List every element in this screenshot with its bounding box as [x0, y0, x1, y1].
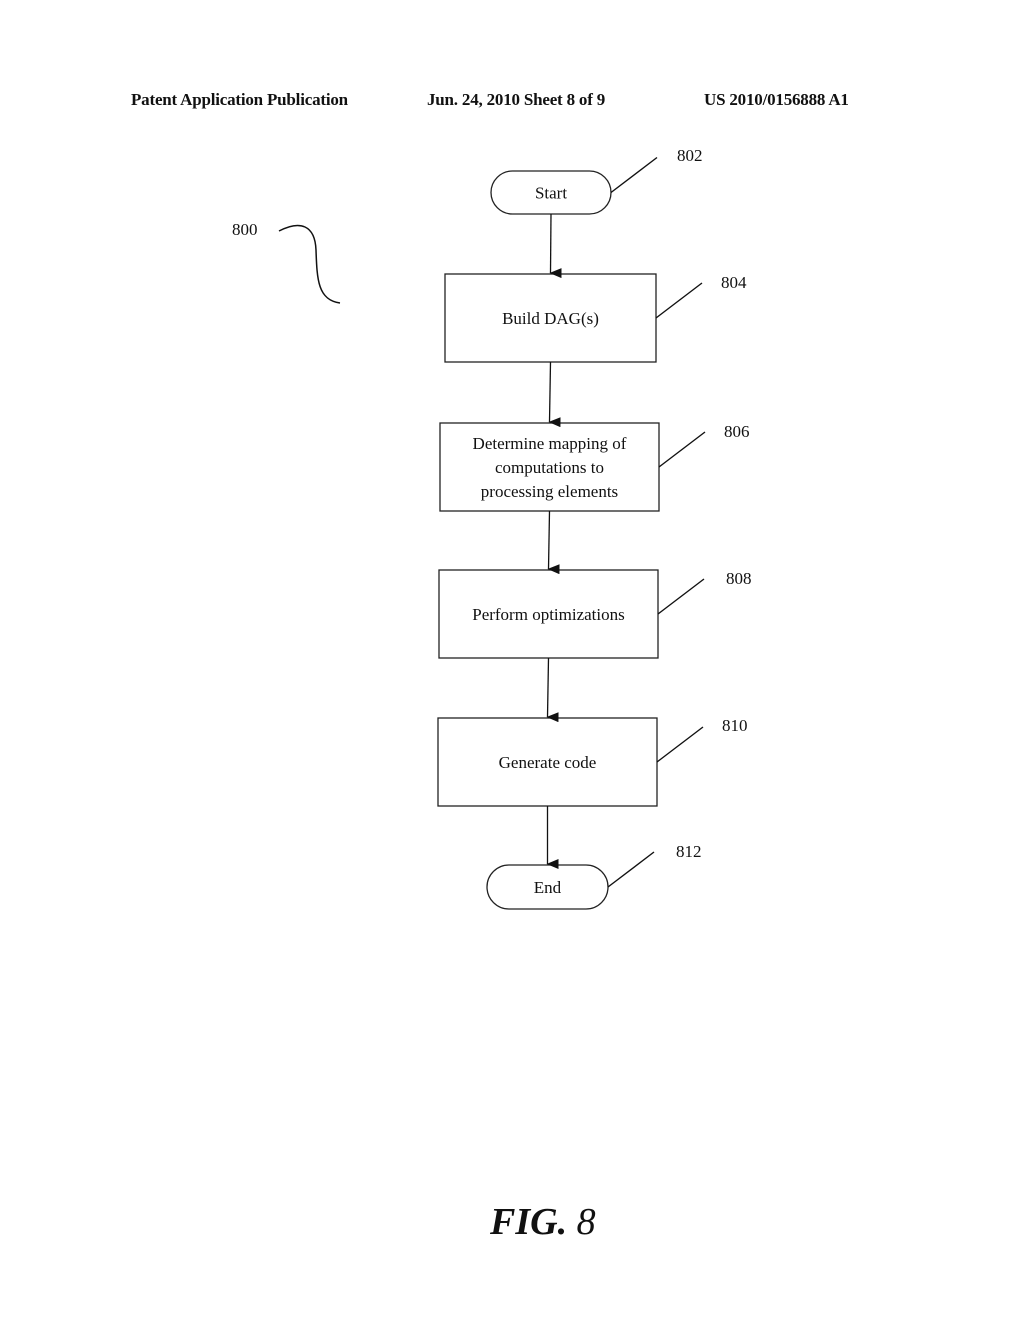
flowchart-diagram: 800 Start 802 Build DAG(s) 804 Determine map… [232, 146, 752, 910]
flow-arrow-808-810 [546, 657, 559, 723]
leader-line [657, 578, 705, 615]
node-text: computations to [495, 458, 604, 477]
figure-ref-label: 800 [232, 220, 258, 239]
leader-line [656, 726, 704, 763]
figure-caption-prefix: FIG. [490, 1201, 568, 1243]
flow-node-808: Perform optimizations 808 [438, 569, 752, 659]
flow-arrow-804-806 [548, 361, 561, 428]
ref-numeral: 812 [676, 842, 702, 861]
figure-caption: FIG. 8 [490, 1200, 596, 1244]
node-text: Build DAG(s) [502, 309, 599, 328]
node-text: Generate code [499, 753, 597, 772]
ref-numeral: 808 [726, 569, 752, 588]
ref-numeral: 804 [721, 273, 747, 292]
figure-caption-number: 8 [576, 1201, 596, 1243]
ref-numeral: 810 [722, 716, 748, 735]
node-text: processing elements [481, 482, 618, 501]
flow-node-812: End 812 [486, 842, 702, 910]
node-text: End [534, 878, 562, 897]
node-text: Start [535, 184, 567, 203]
node-text: Perform optimizations [472, 605, 625, 624]
flow-node-802: Start 802 [490, 146, 703, 215]
leader-line [658, 431, 706, 468]
flow-arrow-806-808 [547, 510, 560, 575]
figure-ref-squiggle [278, 224, 341, 304]
flow-node-806: Determine mapping of computations to proce… [439, 422, 750, 512]
flow-node-810: Generate code 810 [437, 716, 748, 807]
leader-line [655, 282, 703, 319]
ref-numeral: 806 [724, 422, 750, 441]
leader-line [610, 156, 658, 194]
leader-line [607, 851, 655, 888]
ref-numeral: 802 [677, 146, 703, 165]
flow-arrow-802-804 [549, 213, 562, 279]
node-text: Determine mapping of [473, 434, 627, 453]
flow-node-804: Build DAG(s) 804 [444, 273, 747, 363]
